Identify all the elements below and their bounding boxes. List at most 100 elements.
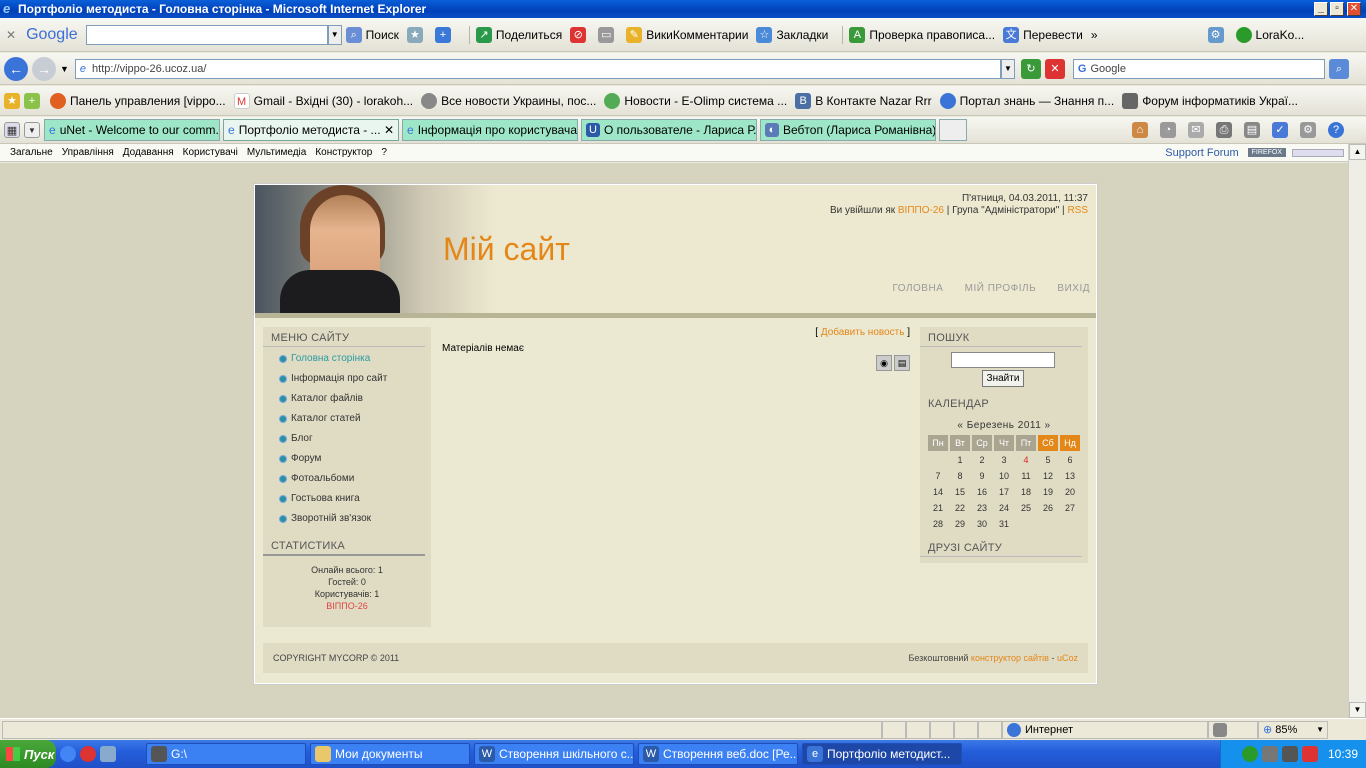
stats-user-link[interactable]: ВІППО-26 (263, 600, 431, 612)
print-button[interactable]: ⎙ (1216, 122, 1236, 138)
menu-item-photos[interactable]: Фотоальбоми (263, 469, 431, 489)
search-button[interactable]: ⌕ Поиск (345, 26, 399, 43)
task-my-documents[interactable]: Мои документы (310, 743, 470, 765)
share-button[interactable]: ↗ Поделиться (475, 26, 562, 43)
ucoz-link[interactable]: uCoz (1057, 653, 1078, 663)
menu-item-site-info[interactable]: Інформація про сайт (263, 369, 431, 389)
close-button[interactable]: ✕ (1347, 2, 1361, 16)
task-drive-g[interactable]: G:\ (146, 743, 306, 765)
tab-about-user[interactable]: UО пользователе - Лариса Р... (581, 119, 757, 141)
web-search-input[interactable]: G Google (1072, 58, 1325, 79)
address-input[interactable]: e http://vippo-26.ucoz.ua/ (74, 58, 1001, 79)
forward-icon[interactable]: → (32, 56, 56, 81)
chrome-icon[interactable] (60, 746, 76, 762)
address-dropdown-icon[interactable]: ▼ (1000, 58, 1015, 79)
ucoz-menu-general[interactable]: Загальне (10, 147, 53, 158)
tab-webtop[interactable]: ◐ Вебтоп (Лариса Романівна) (760, 119, 936, 141)
view-eye-icon[interactable]: ◉ (876, 355, 892, 371)
account-button[interactable]: LoraKo... (1235, 26, 1304, 43)
google-search-input[interactable] (85, 24, 328, 45)
refresh-icon[interactable]: ↻ (1020, 58, 1041, 79)
favorites-star-icon[interactable]: ★ (4, 92, 20, 109)
ucoz-menu-users[interactable]: Користувачі (183, 147, 238, 158)
view-list-icon[interactable]: ▤ (894, 355, 910, 371)
nav-profile[interactable]: МІЙ ПРОФІЛЬ (965, 283, 1037, 294)
favorite-item[interactable]: BВ Контакте Nazar Rrr (795, 92, 932, 109)
add-favorite-icon[interactable]: + (24, 92, 40, 109)
task-word-school[interactable]: W Створення шкільного с... (474, 743, 634, 765)
scroll-up-icon[interactable]: ▲ (1349, 144, 1366, 160)
translate-button[interactable]: 文 Перевести (1003, 26, 1083, 43)
new-tab-button[interactable] (939, 119, 967, 141)
security-zone[interactable]: Интернет (1002, 720, 1208, 739)
menu-item-feedback[interactable]: Зворотній зв'язок (263, 509, 431, 529)
help-button[interactable]: ? (1328, 122, 1348, 138)
zoom-dropdown-icon[interactable]: ▼ (1316, 725, 1324, 734)
more-chevron-icon[interactable]: » (1091, 28, 1098, 42)
wrench-button[interactable]: ⚙ (1207, 26, 1228, 43)
task-word-web[interactable]: W Створення веб.doc [Ре... (638, 743, 798, 765)
stop-icon[interactable]: ✕ (1044, 58, 1065, 79)
network-icon[interactable] (1261, 746, 1278, 762)
opera-icon[interactable] (80, 746, 96, 762)
update-icon[interactable] (1301, 746, 1318, 762)
tools-button[interactable]: ⚙ (1300, 122, 1320, 138)
feeds-button[interactable]: ◔ (1160, 122, 1180, 138)
firefox-badge[interactable]: FIREFOX (1247, 148, 1286, 157)
quick-tabs-icon[interactable]: ▦ (4, 122, 20, 138)
tab-user-info[interactable]: e Інформація про користувача (402, 119, 578, 141)
scroll-down-icon[interactable]: ▼ (1349, 702, 1366, 718)
rss-link[interactable]: RSS (1067, 205, 1088, 216)
page-button[interactable]: ▤ (1244, 122, 1264, 138)
add-button[interactable]: + (434, 26, 455, 43)
menu-item-blog[interactable]: Блог (263, 429, 431, 449)
ucoz-menu-multimedia[interactable]: Мультимедіа (247, 147, 307, 158)
spellcheck-button[interactable]: A Проверка правописа... (849, 26, 995, 43)
add-news-link[interactable]: Добавить новость (821, 327, 905, 338)
app-icon[interactable] (100, 746, 116, 762)
favorite-item[interactable]: Все новости Украины, пос... (421, 92, 596, 109)
calendar-month[interactable]: « Березень 2011 » (920, 420, 1088, 431)
wiki-button[interactable]: ✎ ВикиКомментарии (626, 26, 748, 43)
protected-mode[interactable] (1208, 720, 1258, 739)
tab-portfolio[interactable]: e Портфоліо методиста - ... ✕ (223, 119, 399, 141)
back-icon[interactable]: ← (4, 56, 28, 81)
constructor-link[interactable]: конструктор сайтів (971, 653, 1049, 663)
home-button[interactable]: ⌂ (1132, 122, 1152, 138)
menu-item-files[interactable]: Каталог файлів (263, 389, 431, 409)
login-user-link[interactable]: ВІППО-26 (898, 205, 944, 216)
menu-item-forum[interactable]: Форум (263, 449, 431, 469)
safety-button[interactable]: ✓ (1272, 122, 1292, 138)
favorite-item[interactable]: Портал знань — Знання п... (939, 92, 1114, 109)
search-dropdown-icon[interactable]: ▼ (327, 24, 342, 45)
minimize-button[interactable]: _ (1314, 2, 1328, 16)
web-search-icon[interactable]: ⌕ (1328, 58, 1349, 79)
ucoz-slider[interactable] (1292, 148, 1344, 157)
site-search-button[interactable]: Знайти (982, 370, 1024, 387)
task-ie-portfolio[interactable]: e Портфоліо методист... (802, 743, 962, 765)
menu-item-articles[interactable]: Каталог статей (263, 409, 431, 429)
zoom-control[interactable]: ⊕ 85% ▼ (1258, 720, 1328, 739)
vertical-scrollbar[interactable]: ▲ ▼ (1348, 144, 1366, 718)
ucoz-menu-help[interactable]: ? (381, 147, 387, 158)
start-button[interactable]: Пуск (0, 740, 56, 768)
support-forum-link[interactable]: Support Forum (1165, 147, 1238, 159)
menu-item-home[interactable]: Головна сторінка (263, 349, 431, 369)
close-tab-icon[interactable]: ✕ (384, 123, 394, 137)
history-dropdown-icon[interactable]: ▼ (60, 64, 69, 74)
ucoz-menu-constructor[interactable]: Конструктор (315, 147, 372, 158)
tray-icon[interactable] (1241, 746, 1258, 762)
volume-icon[interactable] (1281, 746, 1298, 762)
site-search-input[interactable] (951, 352, 1055, 368)
tab-unet[interactable]: e uNet - Welcome to our comm... (44, 119, 220, 141)
ucoz-menu-manage[interactable]: Управління (62, 147, 114, 158)
site-title[interactable]: Мій сайт (443, 231, 570, 268)
nav-logout[interactable]: ВИХІД (1057, 283, 1090, 294)
sms-button[interactable]: ▭ (598, 26, 618, 43)
popup-blocker-button[interactable]: ⊘ (570, 26, 590, 43)
favorite-item[interactable]: M Gmail - Вхідні (30) - lorakoh... (233, 92, 413, 109)
ucoz-menu-add[interactable]: Додавання (123, 147, 174, 158)
nav-home[interactable]: ГОЛОВНА (892, 283, 943, 294)
mail-button[interactable]: ✉ (1188, 122, 1208, 138)
maximize-button[interactable]: ▫ (1330, 2, 1344, 16)
